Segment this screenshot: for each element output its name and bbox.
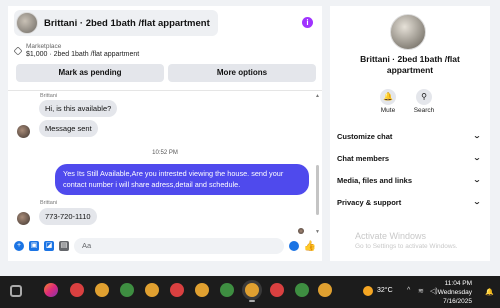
conversation-title: Brittani · 2bed 1bath /flat appartment xyxy=(360,54,460,75)
more-options-button[interactable]: More options xyxy=(168,64,316,82)
search-label: Search xyxy=(413,107,435,114)
info-icon[interactable]: i xyxy=(302,17,313,28)
mute-label: Mute xyxy=(380,107,396,114)
section-label: Media, files and links xyxy=(337,175,413,185)
scroll-down-arrow-icon[interactable]: ▼ xyxy=(315,229,320,235)
chevron-down-icon: ⌄ xyxy=(472,177,482,184)
message-list: Brittani Hi, is this available? Message … xyxy=(8,90,322,236)
mute-button[interactable]: 🔔 Mute xyxy=(370,89,406,114)
chat-header: Brittani · 2bed 1bath /flat appartment xyxy=(8,6,322,40)
volume-icon[interactable]: ◁) xyxy=(430,287,438,295)
section-media-files-links[interactable]: Media, files and links ⌄ xyxy=(337,173,482,187)
chevron-down-icon: ⌄ xyxy=(472,155,482,162)
sender-name: Brittani xyxy=(40,200,58,206)
weather-sun-icon[interactable] xyxy=(363,286,373,296)
chrome-icon-active[interactable] xyxy=(245,283,259,297)
avatar[interactable] xyxy=(17,212,30,225)
marketplace-listing: Marketplace $1,000 · 2bed 1bath /flat ap… xyxy=(13,43,316,87)
chevron-up-icon[interactable]: ^ xyxy=(407,287,410,294)
outgoing-message[interactable]: Yes Its Still Available,Are you intreste… xyxy=(55,164,309,195)
sender-name: Brittani xyxy=(40,93,58,99)
chrome-profile-icon[interactable] xyxy=(70,283,84,297)
taskbar: 32°C ^ ≋ ◁) 11:04 PM Wednesday 7/16/2025… xyxy=(0,276,500,308)
activate-windows-subtitle: Go to Settings to activate Windows. xyxy=(355,243,458,250)
section-customize-chat[interactable]: Customize chat ⌄ xyxy=(337,129,482,143)
section-privacy-support[interactable]: Privacy & support ⌄ xyxy=(337,195,482,209)
chat-title-chip[interactable]: Brittani · 2bed 1bath /flat appartment xyxy=(14,10,218,36)
avatar xyxy=(16,12,38,34)
section-chat-members[interactable]: Chat members ⌄ xyxy=(337,151,482,165)
windows-start-icon[interactable] xyxy=(10,285,22,297)
tag-icon xyxy=(13,46,23,56)
notification-bell-icon[interactable]: 🔔 xyxy=(485,288,494,296)
message-timestamp: 10:52 PM xyxy=(152,150,178,156)
clock[interactable]: 11:04 PM Wednesday 7/16/2025 xyxy=(438,279,472,306)
clock-date: 7/16/2025 xyxy=(443,298,472,305)
chrome-icon[interactable] xyxy=(170,283,184,297)
incoming-message[interactable]: 773-720-1110 xyxy=(39,208,97,225)
avatar[interactable] xyxy=(17,125,30,138)
activate-windows-title: Activate Windows xyxy=(355,231,427,241)
chrome-icon[interactable] xyxy=(220,283,234,297)
weather-temperature[interactable]: 32°C xyxy=(377,287,393,294)
active-app-indicator xyxy=(249,300,255,302)
wifi-icon[interactable]: ≋ xyxy=(418,287,424,295)
chevron-down-icon: ⌄ xyxy=(472,199,482,206)
clock-time: 11:04 PM xyxy=(444,280,472,287)
chrome-icon[interactable] xyxy=(145,283,159,297)
image-icon[interactable]: ▣ xyxy=(29,241,39,251)
mark-as-pending-button[interactable]: Mark as pending xyxy=(16,64,164,82)
chrome-icon[interactable] xyxy=(295,283,309,297)
search-button[interactable]: ⚲ Search xyxy=(406,89,442,114)
section-label: Customize chat xyxy=(337,131,393,141)
message-input[interactable]: Aa xyxy=(74,238,284,254)
section-label: Chat members xyxy=(337,153,390,163)
clock-day: Wednesday xyxy=(437,289,472,296)
copilot-icon[interactable] xyxy=(44,283,58,297)
scrollbar-thumb[interactable] xyxy=(316,165,319,215)
chrome-icon[interactable] xyxy=(120,283,134,297)
thumbs-up-icon[interactable]: 👍 xyxy=(304,241,316,252)
bell-icon: 🔔 xyxy=(380,89,396,105)
plus-icon[interactable]: + xyxy=(14,241,24,251)
section-label: Privacy & support xyxy=(337,197,402,207)
avatar[interactable] xyxy=(390,14,426,50)
marketplace-label: Marketplace xyxy=(26,43,62,50)
gif-icon[interactable]: ▤ xyxy=(59,241,69,251)
scroll-up-arrow-icon[interactable]: ▲ xyxy=(315,93,320,99)
conversation-info-panel: Brittani · 2bed 1bath /flat appartment 🔔… xyxy=(330,6,490,261)
chrome-icon[interactable] xyxy=(270,283,284,297)
search-icon: ⚲ xyxy=(416,89,432,105)
incoming-message[interactable]: Message sent xyxy=(39,120,98,137)
incoming-message[interactable]: Hi, is this available? xyxy=(39,100,118,117)
message-composer: + ▣ ◪ ▤ Aa 👍 xyxy=(14,237,316,255)
chrome-icon[interactable] xyxy=(95,283,109,297)
sticker-icon[interactable]: ◪ xyxy=(44,241,54,251)
emoji-icon[interactable] xyxy=(288,241,299,251)
chat-panel: Brittani · 2bed 1bath /flat appartment i… xyxy=(8,6,322,261)
chrome-icon[interactable] xyxy=(195,283,209,297)
chevron-down-icon: ⌄ xyxy=(472,133,482,140)
chrome-icon[interactable] xyxy=(318,283,332,297)
listing-price-title[interactable]: $1,000 · 2bed 1bath /flat appartment xyxy=(26,51,139,58)
read-receipt-avatar xyxy=(298,228,304,234)
chat-title: Brittani · 2bed 1bath /flat appartment xyxy=(44,17,210,29)
